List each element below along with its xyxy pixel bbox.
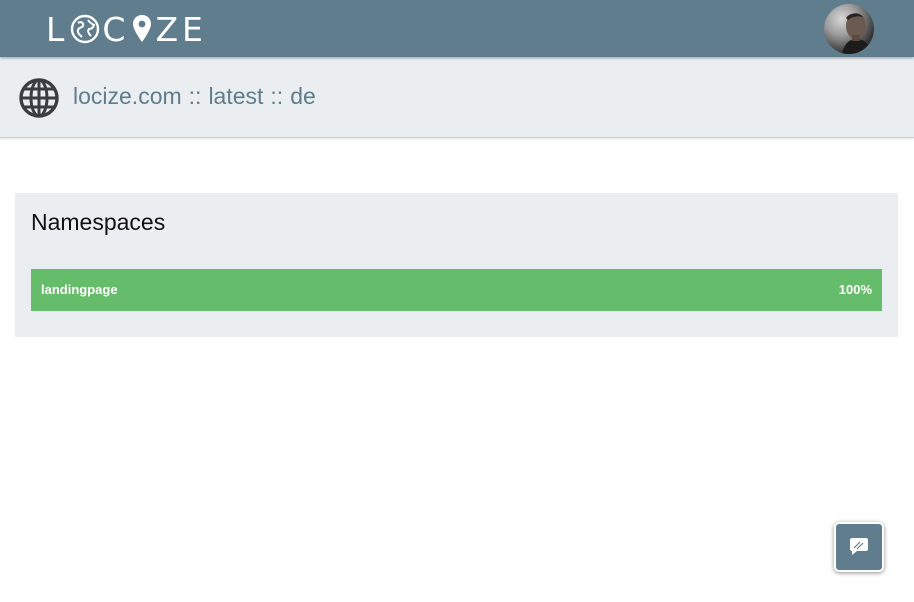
namespace-percent: 100%: [838, 282, 872, 297]
chat-button[interactable]: [834, 522, 884, 572]
namespace-row[interactable]: landingpage 100%: [31, 269, 882, 311]
breadcrumb-project-link[interactable]: locize.com: [73, 83, 182, 109]
breadcrumb-separator: ::: [270, 83, 284, 109]
logo-text-middle: C: [102, 9, 130, 49]
logo-pin-i-icon: [133, 15, 152, 42]
namespaces-panel: Namespaces landingpage 100%: [15, 193, 898, 337]
user-avatar[interactable]: [824, 4, 874, 54]
namespace-name: landingpage: [41, 282, 118, 297]
breadcrumb-version-link[interactable]: latest: [208, 83, 263, 109]
locize-logo[interactable]: L C ZE: [46, 9, 207, 49]
globe-icon: [19, 78, 59, 118]
namespaces-title: Namespaces: [31, 209, 166, 235]
logo-globe-o-icon: [71, 14, 100, 44]
breadcrumb-language-link[interactable]: de: [290, 83, 316, 109]
avatar-portrait-icon: [842, 13, 872, 54]
namespace-progress-bar: [31, 269, 882, 311]
top-bar: L C ZE: [0, 0, 914, 57]
chat-bubbles-icon: [850, 538, 868, 555]
logo-text-left: L: [46, 9, 69, 49]
project-header: locize.com:: latest:: de: [0, 57, 914, 138]
breadcrumb: locize.com:: latest:: de: [73, 83, 316, 110]
breadcrumb-separator: ::: [188, 83, 202, 109]
logo-text-right: ZE: [155, 9, 207, 49]
